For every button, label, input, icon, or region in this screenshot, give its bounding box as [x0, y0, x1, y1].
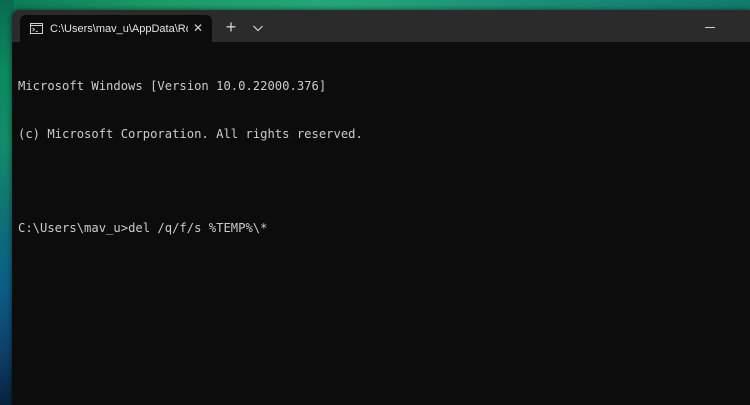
title-bar: C:\Users\mav_u\AppData\Roam ✕ +: [12, 10, 750, 42]
cmd-icon: [30, 23, 43, 34]
chevron-down-icon[interactable]: [250, 20, 266, 34]
terminal-output[interactable]: Microsoft Windows [Version 10.0.22000.37…: [18, 46, 738, 396]
tab-command-prompt[interactable]: C:\Users\mav_u\AppData\Roam ✕: [20, 15, 212, 42]
tab-close-icon[interactable]: ✕: [192, 22, 204, 34]
minimize-button[interactable]: [696, 18, 724, 36]
terminal-prompt: C:\Users\mav_u>: [18, 221, 129, 235]
tab-title: C:\Users\mav_u\AppData\Roam: [50, 22, 188, 35]
terminal-line-copyright: (c) Microsoft Corporation. All rights re…: [18, 127, 363, 141]
terminal-window: C:\Users\mav_u\AppData\Roam ✕ + Microsof…: [12, 10, 750, 405]
terminal-command-line: C:\Users\mav_u>del /q/f/s %TEMP%\*: [18, 220, 738, 236]
terminal-line-version: Microsoft Windows [Version 10.0.22000.37…: [18, 79, 327, 93]
terminal-command: del /q/f/s %TEMP%\*: [128, 221, 268, 235]
new-tab-button[interactable]: +: [222, 18, 240, 36]
minimize-icon: [705, 27, 715, 28]
